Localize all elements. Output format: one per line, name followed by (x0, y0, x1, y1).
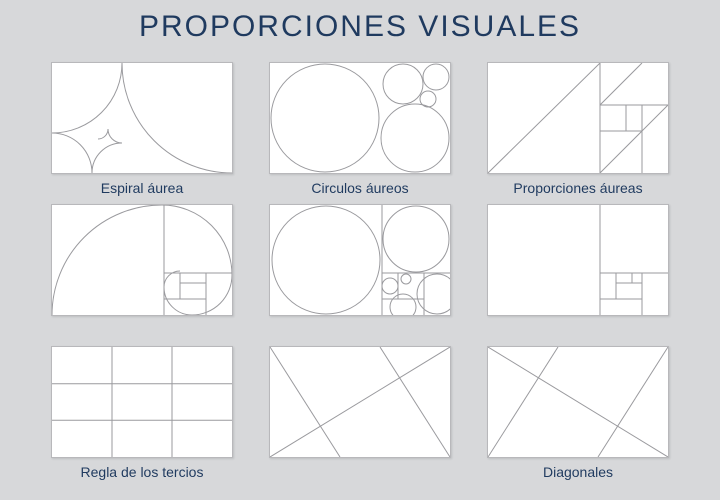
diagram-grid: Espiral áurea Circulos áureos (0, 62, 720, 482)
page: PROPORCIONES VISUALES Espiral áurea (0, 0, 720, 500)
golden-circles-icon (269, 62, 451, 174)
cell-golden-spiral-grid (47, 204, 237, 340)
golden-sections-icon (487, 204, 669, 316)
cell-diagonals-b: Diagonales (483, 346, 673, 482)
page-title: PROPORCIONES VISUALES (0, 10, 720, 44)
golden-spiral-grid-icon (51, 204, 233, 316)
caption: Circulos áureos (311, 180, 408, 198)
rule-of-thirds-icon (51, 346, 233, 458)
golden-proportions-icon (487, 62, 669, 174)
cell-golden-circles: Circulos áureos (265, 62, 455, 198)
cell-rule-of-thirds: Regla de los tercios (47, 346, 237, 482)
circles-spiral-icon (269, 204, 451, 316)
caption: Regla de los tercios (81, 464, 204, 482)
caption: Espiral áurea (101, 180, 184, 198)
cell-golden-spiral: Espiral áurea (47, 62, 237, 198)
cell-golden-sections (483, 204, 673, 340)
cell-circles-spiral (265, 204, 455, 340)
cell-diagonals-a (265, 346, 455, 482)
diagonals-a-icon (269, 346, 451, 458)
diagonals-b-icon (487, 346, 669, 458)
cell-golden-proportions: Proporciones áureas (483, 62, 673, 198)
caption: Proporciones áureas (513, 180, 642, 198)
golden-spiral-icon (51, 62, 233, 174)
caption: Diagonales (543, 464, 613, 482)
